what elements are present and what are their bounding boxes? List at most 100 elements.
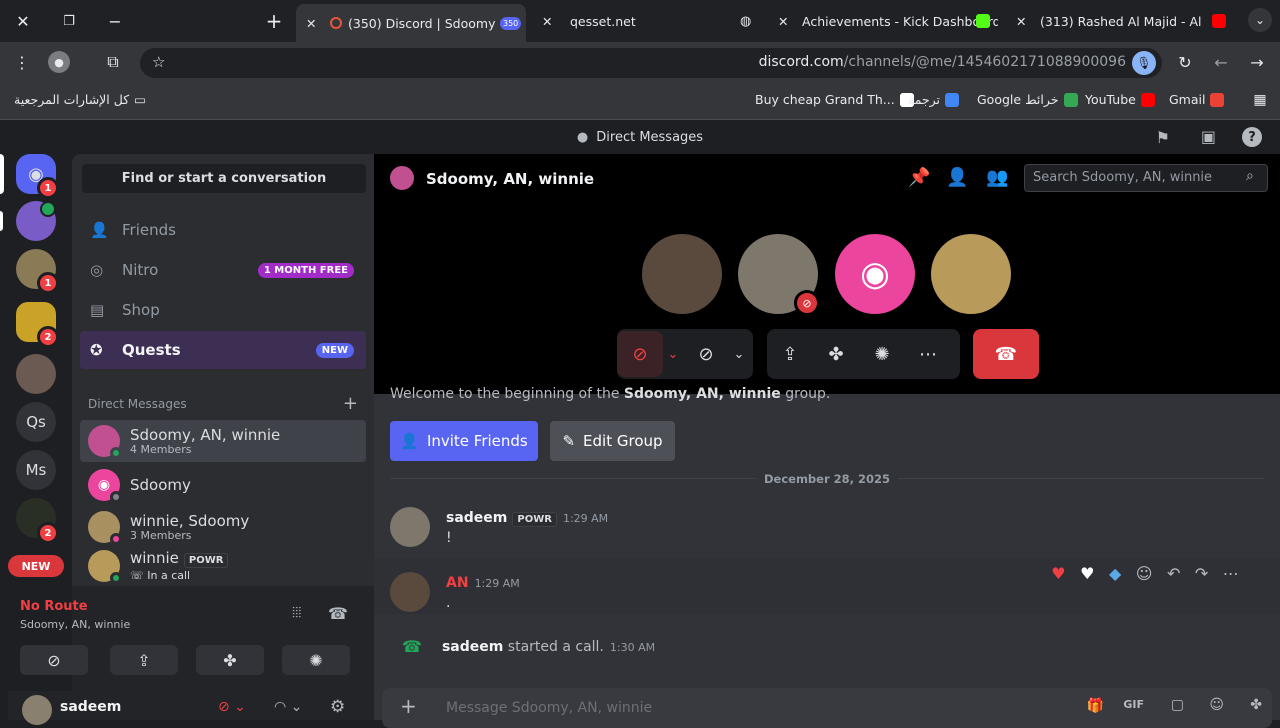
bookmark-maps[interactable]: Google خرائط bbox=[977, 92, 1078, 107]
soundboard-button[interactable]: ✺ bbox=[859, 331, 905, 377]
server-list: ◉ 1 1 2 Qs Ms 2 NEW bbox=[0, 154, 72, 720]
activities-button[interactable]: ✤ bbox=[196, 645, 264, 675]
invite-friends-button[interactable]: 👤 Invite Friends bbox=[390, 421, 538, 461]
mic-muted-icon[interactable]: ⊘ ⌄ bbox=[218, 699, 246, 715]
nav-nitro[interactable]: ◎ Nitro 1 MONTH FREE bbox=[80, 251, 366, 289]
tab-youtube[interactable]: ✕ (313) Rashed Al Majid - Al Mos bbox=[1008, 6, 1238, 36]
server-icon-qs[interactable]: Qs bbox=[16, 402, 56, 442]
avatar bbox=[88, 511, 122, 545]
close-window-icon[interactable]: ✕ bbox=[12, 10, 34, 32]
minimize-window-icon[interactable]: − bbox=[104, 10, 126, 32]
diamond-icon[interactable]: ◆ bbox=[1109, 564, 1121, 583]
omnibox[interactable]: ☆ discord.com/channels/@me/1454602171088… bbox=[140, 48, 1162, 78]
camera-off-button[interactable]: ⊘ bbox=[683, 331, 729, 377]
screen-icon[interactable]: ▣ bbox=[1201, 127, 1216, 146]
voice-channel[interactable]: Sdoomy, AN, winnie bbox=[20, 618, 130, 631]
username[interactable]: sadeem bbox=[60, 699, 121, 715]
activities-button[interactable]: ✤ bbox=[813, 331, 859, 377]
more-icon[interactable]: ⋯ bbox=[905, 331, 951, 377]
noise-suppression-icon[interactable]: ⦙⦙⦙ bbox=[292, 605, 301, 621]
emoji-icon[interactable]: ☺ bbox=[1209, 697, 1224, 713]
channel-name: Sdoomy, AN, winnie bbox=[426, 170, 595, 188]
call-participant[interactable] bbox=[931, 234, 1011, 314]
close-tab-icon[interactable]: ✕ bbox=[306, 16, 320, 31]
message-input[interactable]: + Message Sdoomy, AN, winnie 🎁 GIF ▢ ☺ ✤ bbox=[382, 688, 1272, 728]
headset-icon[interactable]: ◠ ⌄ bbox=[274, 699, 302, 715]
extensions-icon[interactable]: ⧉ bbox=[102, 51, 124, 73]
settings-gear-icon[interactable]: ⚙ bbox=[330, 697, 345, 717]
friends-icon: 👤 bbox=[90, 221, 109, 239]
chat-search-input[interactable]: Search Sdoomy, AN, winnie bbox=[1024, 164, 1268, 192]
new-tab-icon[interactable]: + bbox=[262, 9, 286, 33]
back-icon[interactable]: → bbox=[1246, 51, 1268, 73]
dm-item-sdoomy[interactable]: ◉ Sdoomy bbox=[80, 464, 366, 506]
mic-muted-button[interactable]: ⊘ bbox=[617, 331, 663, 377]
dm-item-group[interactable]: Sdoomy, AN, winnie 4 Members bbox=[80, 420, 366, 462]
message-author[interactable]: sadeem bbox=[446, 510, 507, 526]
inbox-flag-icon[interactable]: ⚑ bbox=[1156, 128, 1170, 147]
find-conversation-button[interactable]: Find or start a conversation bbox=[82, 164, 366, 193]
leave-call-button[interactable]: ☎ bbox=[973, 329, 1039, 379]
screen-share-button[interactable]: ⇪ bbox=[110, 645, 178, 675]
attach-plus-icon[interactable]: + bbox=[400, 694, 417, 718]
restore-window-icon[interactable]: ❐ bbox=[58, 10, 80, 32]
more-icon[interactable]: ⋯ bbox=[1223, 564, 1239, 583]
voice-search-icon[interactable]: 🎙 bbox=[1132, 51, 1156, 75]
gif-icon[interactable]: GIF bbox=[1123, 698, 1144, 711]
tab-kick[interactable]: ✕ Achievements - Kick Dashboard bbox=[772, 6, 998, 36]
gift-icon[interactable]: 🎁 bbox=[1087, 698, 1104, 714]
reply-icon[interactable]: ↶ bbox=[1167, 564, 1180, 583]
tab-title: (350) Discord | Sdoomy, AN, winnie bbox=[348, 15, 496, 31]
close-tab-icon[interactable]: ✕ bbox=[542, 14, 556, 29]
edit-group-button[interactable]: ✎ Edit Group bbox=[550, 421, 675, 461]
camera-off-button[interactable]: ⊘ bbox=[20, 645, 88, 675]
bookmark-gmail[interactable]: Gmail bbox=[1169, 92, 1225, 107]
call-participant[interactable]: ◉ bbox=[835, 234, 915, 314]
add-friends-icon[interactable]: 👤 bbox=[946, 167, 968, 188]
disconnect-icon[interactable]: ☎ bbox=[328, 604, 348, 623]
chevron-down-icon[interactable]: ⌄ bbox=[729, 331, 749, 377]
chevron-down-icon[interactable]: ⌄ bbox=[663, 331, 683, 377]
pinned-icon[interactable]: 📌 bbox=[908, 167, 930, 188]
reload-icon[interactable]: ↻ bbox=[1174, 51, 1196, 73]
soundboard-button[interactable]: ✺ bbox=[282, 645, 350, 675]
dm-item-winnie[interactable]: winnie POWR ☏ In a call bbox=[80, 547, 366, 585]
nav-shop[interactable]: ▤ Shop bbox=[80, 291, 366, 329]
avatar[interactable] bbox=[390, 572, 430, 612]
avatar[interactable] bbox=[390, 507, 430, 547]
forward-icon[interactable]: ← bbox=[1210, 51, 1232, 73]
heart-white-icon[interactable]: ♥ bbox=[1080, 564, 1094, 583]
tab-search-icon[interactable]: ⌄ bbox=[1248, 8, 1272, 32]
nav-friends[interactable]: 👤 Friends bbox=[80, 211, 366, 249]
add-reaction-icon[interactable]: ☺ bbox=[1136, 564, 1153, 583]
bookmark-gta[interactable]: Buy cheap Grand Th... bbox=[755, 92, 914, 107]
server-icon-4[interactable] bbox=[16, 354, 56, 394]
create-dm-icon[interactable]: + bbox=[343, 393, 358, 414]
forward-icon[interactable]: ↷ bbox=[1195, 564, 1208, 583]
new-unreads-button[interactable]: NEW bbox=[8, 555, 64, 577]
voice-status[interactable]: No Route bbox=[20, 599, 88, 614]
bookmark-youtube[interactable]: YouTube bbox=[1085, 92, 1155, 107]
bookmark-star-icon[interactable]: ☆ bbox=[152, 53, 165, 71]
tab-discord[interactable]: ✕ (350) Discord | Sdoomy, AN, winnie 350 bbox=[296, 4, 526, 42]
user-avatar[interactable] bbox=[22, 695, 52, 725]
sticker-icon[interactable]: ▢ bbox=[1171, 697, 1184, 713]
screen-share-button[interactable]: ⇪ bbox=[767, 331, 813, 377]
help-icon[interactable]: ? bbox=[1242, 127, 1262, 147]
call-participant[interactable] bbox=[642, 234, 722, 314]
heart-red-icon[interactable]: ♥ bbox=[1051, 564, 1065, 583]
profile-avatar[interactable]: ● bbox=[48, 51, 70, 73]
nav-quests[interactable]: ✪ Quests NEW bbox=[80, 331, 366, 369]
dm-item-winnie-sdoomy[interactable]: winnie, Sdoomy 3 Members bbox=[80, 506, 366, 548]
bookmark-translate[interactable]: ترجمة bbox=[908, 92, 960, 107]
close-tab-icon[interactable]: ✕ bbox=[778, 14, 792, 29]
all-bookmarks[interactable]: كل الإشارات المرجعية ▭ bbox=[14, 92, 146, 107]
server-icon-ms[interactable]: Ms bbox=[16, 450, 56, 490]
apps-grid-icon[interactable]: ▦ bbox=[1250, 90, 1270, 110]
members-icon[interactable]: 👥 bbox=[986, 167, 1008, 188]
menu-icon[interactable]: ⋮ bbox=[12, 52, 32, 72]
close-tab-icon[interactable]: ✕ bbox=[1016, 14, 1030, 29]
tab-qesset[interactable]: ✕ qesset.net ◍ bbox=[534, 6, 760, 36]
apps-icon[interactable]: ✤ bbox=[1250, 697, 1262, 713]
message-author[interactable]: AN bbox=[446, 575, 469, 591]
